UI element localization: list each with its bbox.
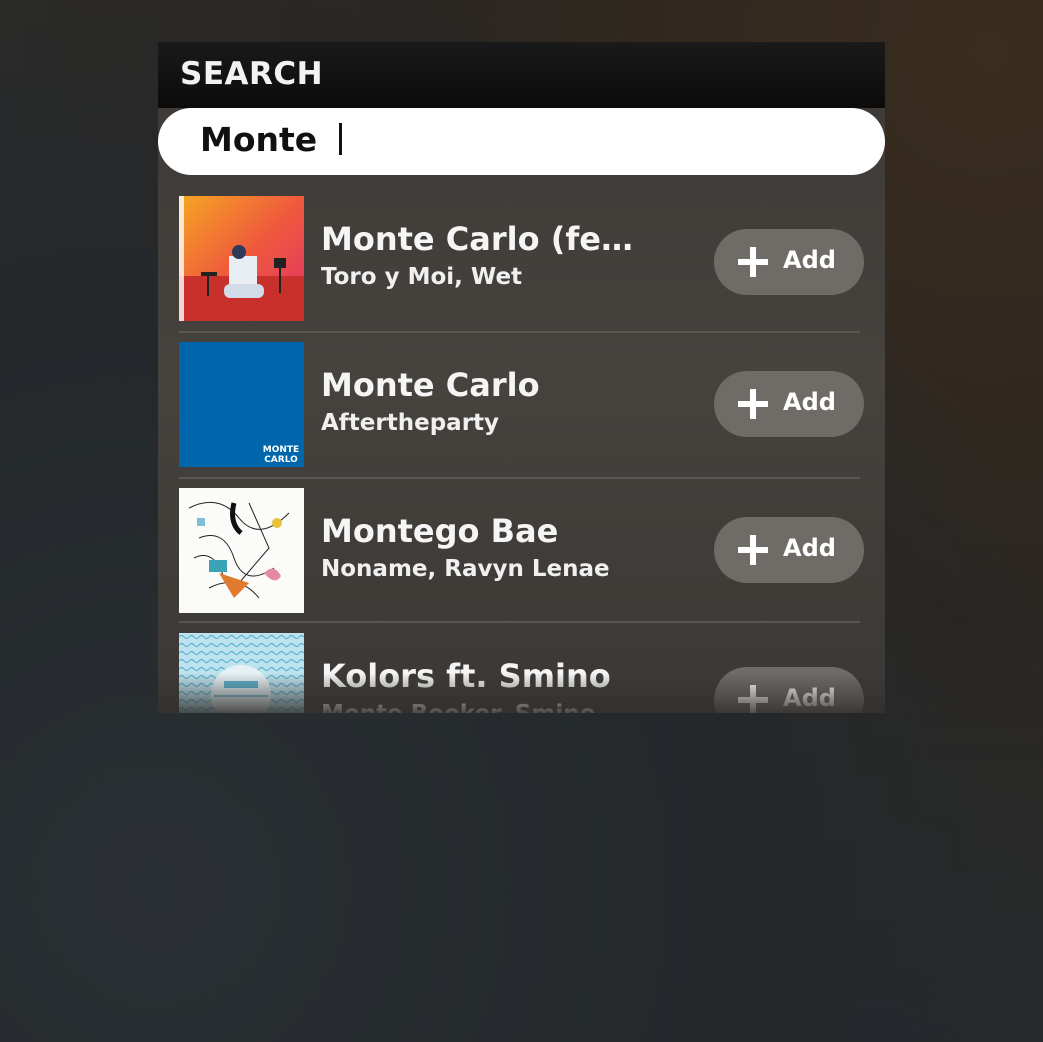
- track-title: Montego Bae: [321, 512, 559, 550]
- add-label: Add: [783, 534, 836, 562]
- result-row[interactable]: MONTE CARLO Monte Carlo Aftertheparty Ad…: [179, 342, 864, 467]
- album-art: [179, 488, 304, 613]
- plus-icon: [738, 535, 768, 565]
- add-label: Add: [783, 388, 836, 416]
- divider: [179, 477, 860, 479]
- plus-icon: [738, 389, 768, 419]
- plus-icon: [738, 685, 768, 713]
- page-title: SEARCH: [180, 56, 324, 92]
- plus-icon: [738, 247, 768, 277]
- track-artist: Toro y Moi, Wet: [321, 264, 523, 290]
- search-input[interactable]: Monte: [158, 108, 885, 175]
- search-header: SEARCH: [158, 42, 885, 108]
- add-button[interactable]: Add: [714, 667, 864, 713]
- result-row[interactable]: Monte Carlo (feat. ... Toro y Moi, Wet A…: [179, 196, 864, 321]
- track-title: Monte Carlo (feat. ...: [321, 220, 651, 258]
- track-title: Kolors ft. Smino: [321, 657, 611, 695]
- album-art: [179, 196, 304, 321]
- track-artist: Monte Booker, Smino: [321, 701, 701, 713]
- result-row[interactable]: Montego Bae Noname, Ravyn Lenae Add: [179, 488, 864, 613]
- divider: [179, 621, 860, 623]
- add-label: Add: [783, 684, 836, 712]
- add-button[interactable]: Add: [714, 371, 864, 437]
- track-artist: Noname, Ravyn Lenae: [321, 556, 610, 582]
- track-title: Monte Carlo: [321, 366, 540, 404]
- album-art: MONTE CARLO: [179, 342, 304, 467]
- text-cursor: [338, 123, 342, 155]
- add-button[interactable]: Add: [714, 517, 864, 583]
- search-query: Monte: [200, 120, 329, 159]
- album-art: [179, 633, 304, 713]
- add-button[interactable]: Add: [714, 229, 864, 295]
- search-panel: SEARCH Monte Monte Carlo (feat. Toro y M…: [158, 42, 885, 713]
- result-row[interactable]: Kolors ft. Smino Monte Booker, Smino Add: [179, 633, 864, 713]
- add-label: Add: [783, 246, 836, 274]
- track-artist: Aftertheparty: [321, 410, 500, 436]
- cover-text: CARLO: [264, 455, 298, 465]
- divider: [179, 331, 860, 333]
- cover-text: MONTE: [263, 445, 299, 455]
